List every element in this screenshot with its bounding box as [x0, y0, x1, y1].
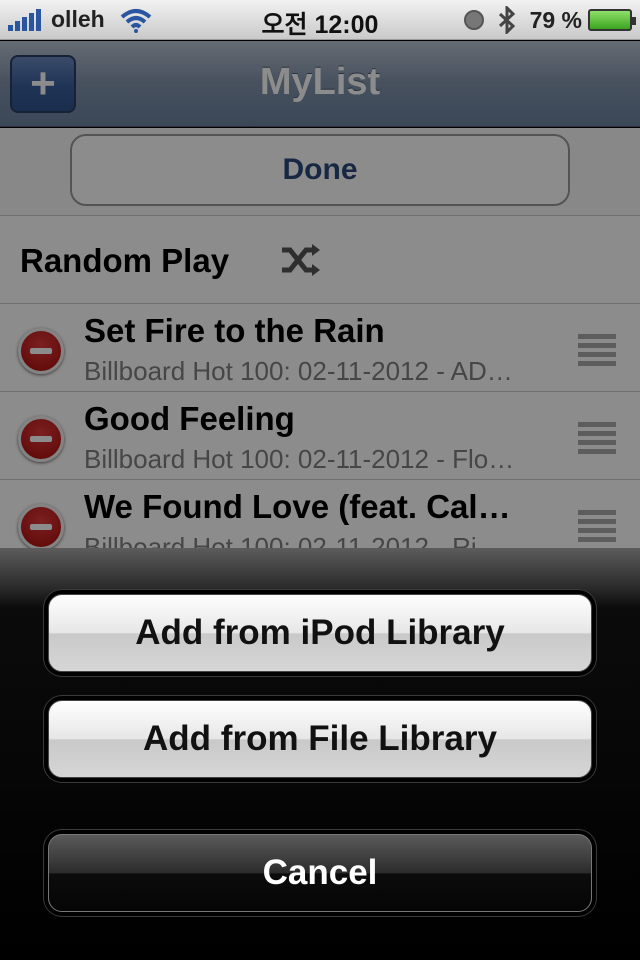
status-right: 79 %	[463, 6, 636, 34]
alarm-clock-icon	[463, 10, 484, 30]
status-bar: olleh 오전 12:00 79 %	[0, 0, 640, 40]
modal-dim-overlay	[0, 40, 640, 548]
cancel-button[interactable]: Cancel	[48, 834, 592, 912]
add-from-file-library-button[interactable]: Add from File Library	[48, 700, 592, 778]
action-sheet: Add from iPod Library Add from File Libr…	[0, 548, 640, 960]
bluetooth-icon	[498, 6, 515, 34]
add-from-ipod-library-button[interactable]: Add from iPod Library	[48, 594, 592, 672]
battery-charging-icon	[588, 9, 636, 31]
battery-percent: 79 %	[529, 6, 582, 33]
